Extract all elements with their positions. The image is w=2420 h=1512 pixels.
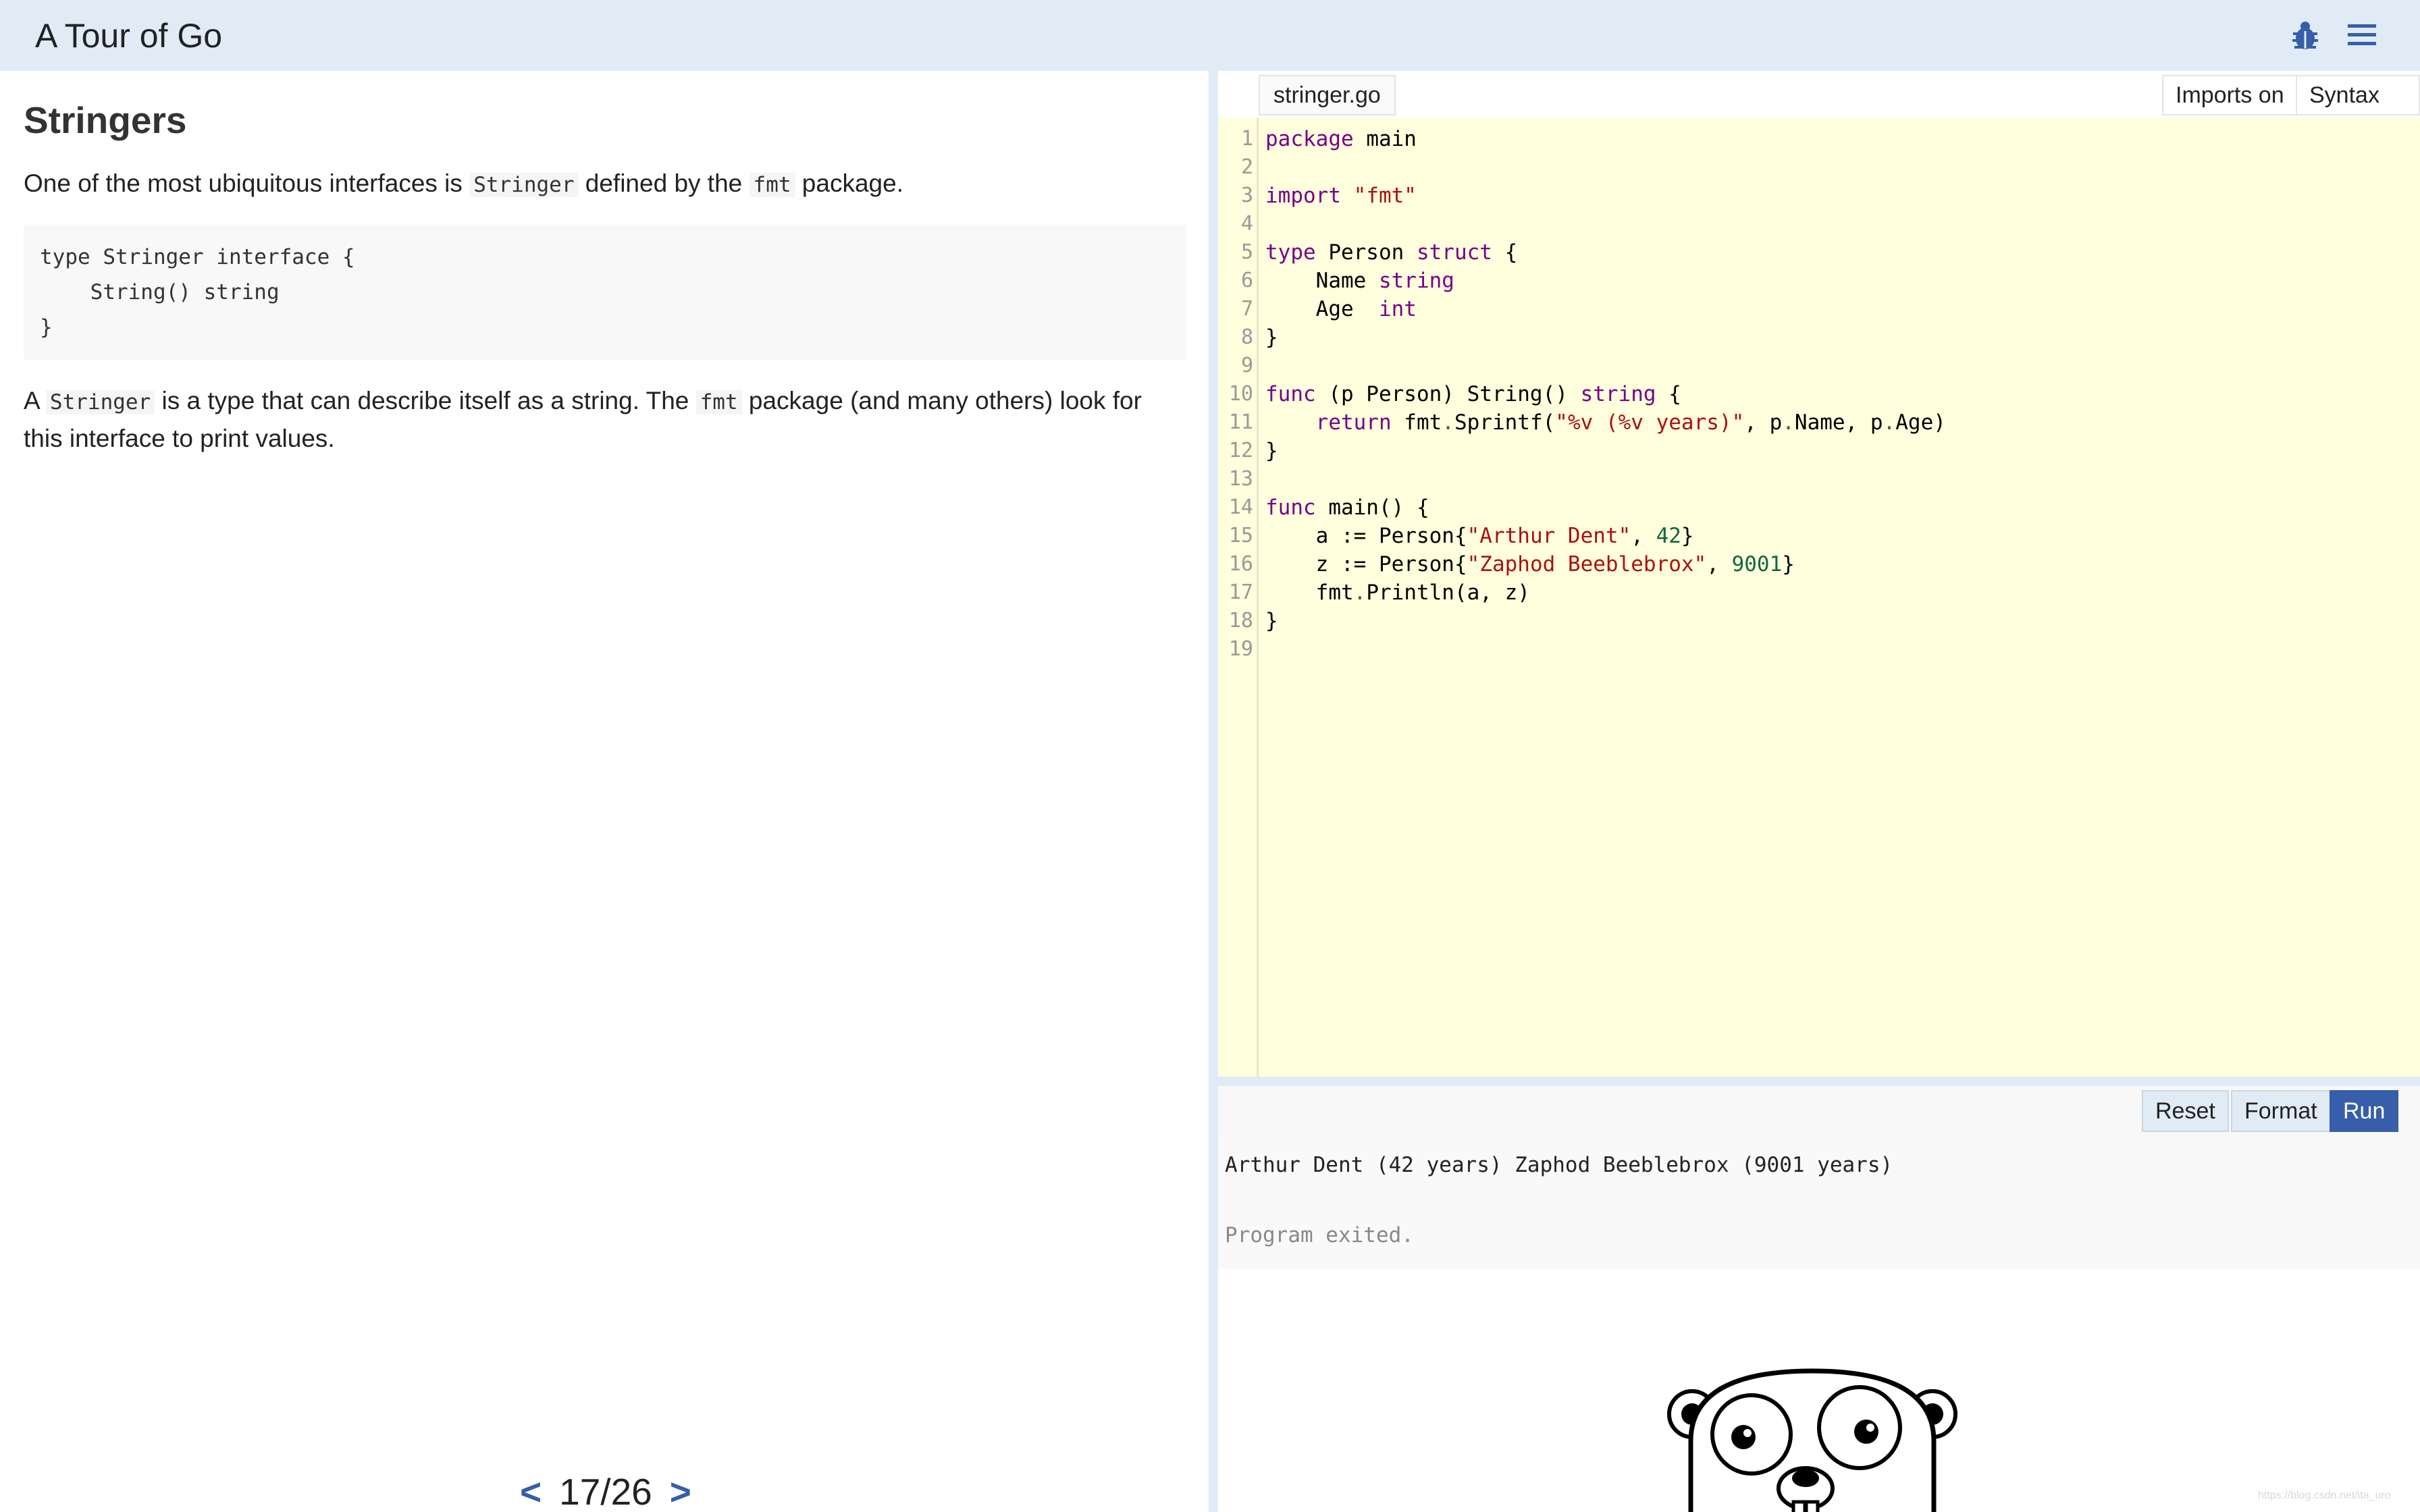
prev-page-button[interactable]: <	[520, 1461, 542, 1512]
top-header: A Tour of Go	[0, 0, 2420, 71]
next-page-button[interactable]: >	[670, 1461, 691, 1512]
editor-tab-bar: stringer.go Imports on Syntax on	[1218, 71, 2420, 146]
output-text: Arthur Dent (42 years) Zaphod Beeblebrox…	[1225, 1153, 1893, 1177]
text-run: is a type that can describe itself as a …	[155, 387, 696, 414]
text-run: package.	[795, 169, 903, 197]
program-output: Arthur Dent (42 years) Zaphod Beeblebrox…	[1218, 1137, 2420, 1269]
code-editor[interactable]: 1 2 3 4 5 6 7 8 9 10 11 12 13 14 15 16 1…	[1218, 118, 2420, 1077]
inline-code: fmt	[749, 173, 795, 197]
bug-icon[interactable]	[2286, 16, 2324, 54]
line-number-gutter: 1 2 3 4 5 6 7 8 9 10 11 12 13 14 15 16 1…	[1218, 118, 1259, 1077]
panel-resize-divider[interactable]	[1209, 71, 1218, 1512]
inline-code: fmt	[695, 390, 742, 414]
inline-code: Stringer	[45, 390, 155, 414]
lesson-title: Stringers	[24, 99, 187, 141]
run-button[interactable]: Run	[2330, 1090, 2399, 1132]
page-navigation: < 17/26 >	[520, 1461, 691, 1512]
watermark-text: https://blog.csdn.net/ita_uro	[2258, 1490, 2391, 1501]
app-title[interactable]: A Tour of Go	[35, 12, 222, 59]
lesson-paragraph-2: A Stringer is a type that can describe i…	[24, 383, 1172, 456]
text-run: defined by the	[578, 169, 749, 197]
code-block: type Stringer interface { String() strin…	[24, 225, 1186, 360]
output-status: Program exited.	[1225, 1223, 1414, 1247]
line-numbers: 1 2 3 4 5 6 7 8 9 10 11 12 13 14 15 16 1…	[1228, 127, 1253, 661]
imports-toggle-button[interactable]: Imports on	[2162, 75, 2298, 115]
playground-panel: stringer.go Imports on Syntax on 1 2 3 4…	[1218, 71, 2420, 1512]
syntax-toggle-button[interactable]: Syntax on	[2296, 75, 2420, 146]
lesson-panel: Stringers One of the most ubiquitous int…	[0, 71, 1209, 1512]
page-indicator: 17/26	[559, 1471, 652, 1512]
lesson-paragraph-1: One of the most ubiquitous interfaces is…	[24, 165, 1172, 203]
text-run: A	[24, 387, 46, 414]
action-bar: Reset Format Run	[1218, 1086, 2420, 1137]
hamburger-menu-icon[interactable]	[2343, 16, 2381, 54]
gopher-mascot-image	[1664, 1367, 1961, 1512]
format-button[interactable]: Format	[2231, 1090, 2331, 1132]
inline-code: Stringer	[469, 173, 579, 197]
reset-button[interactable]: Reset	[2142, 1090, 2229, 1132]
editor-code[interactable]: package main import "fmt" type Person st…	[1265, 125, 1946, 635]
file-tab-stringer[interactable]: stringer.go	[1259, 75, 1396, 115]
editor-output-separator[interactable]	[1218, 1077, 2420, 1086]
text-run: One of the most ubiquitous interfaces is	[24, 169, 470, 197]
